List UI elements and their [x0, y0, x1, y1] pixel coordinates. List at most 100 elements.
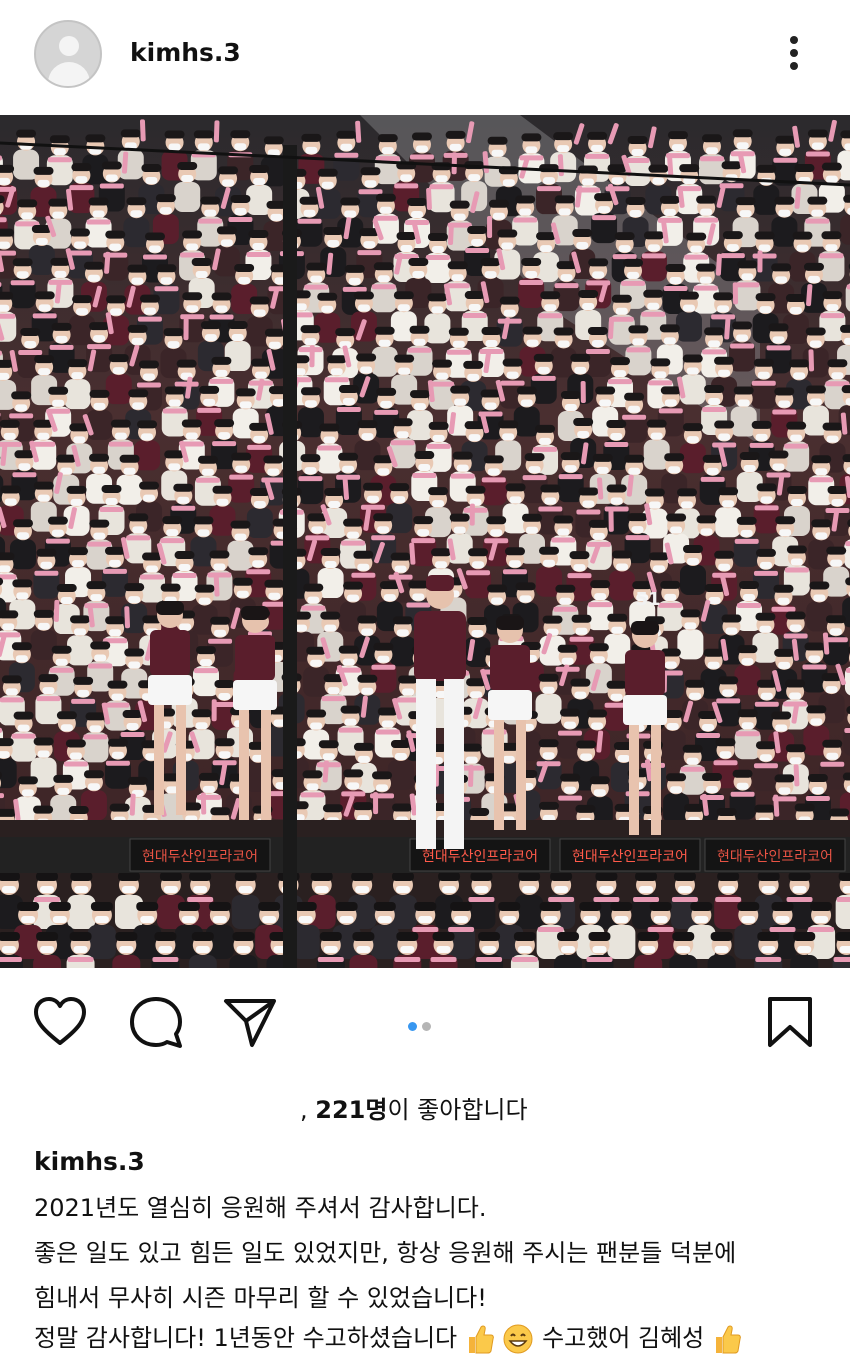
fan-hair	[497, 229, 518, 238]
fan-mask	[181, 916, 196, 923]
fan-hair	[375, 193, 396, 202]
fan-mask	[761, 946, 776, 953]
fan-mask	[342, 658, 355, 666]
pink-stick	[200, 792, 207, 815]
fan-mask	[310, 722, 323, 730]
fan-hair	[755, 548, 776, 557]
fan-mask	[70, 498, 83, 506]
fan-hair	[124, 583, 145, 592]
fan-mask	[167, 341, 180, 349]
pink-towel	[448, 927, 475, 932]
fan-hair	[480, 389, 501, 398]
fan-hair	[83, 261, 104, 270]
fan-hair	[483, 455, 504, 464]
fan-hair	[374, 326, 395, 335]
fan-hair	[587, 709, 608, 718]
fan-mask	[452, 340, 465, 348]
pink-towel	[108, 441, 133, 447]
pink-towel	[576, 509, 601, 515]
fan-hair	[212, 485, 233, 494]
fan-mask	[647, 302, 660, 310]
pink-towel	[11, 733, 36, 739]
bookmark-icon[interactable]	[762, 995, 818, 1051]
fan-mask	[442, 886, 457, 893]
fan-hair	[614, 232, 635, 241]
fan-mask	[811, 209, 824, 217]
fan-mask	[3, 432, 16, 440]
fan-mask	[741, 658, 754, 666]
fan-mask	[60, 597, 73, 605]
fan-mask	[18, 463, 31, 471]
fan-hair	[714, 356, 735, 365]
comment-bubble-icon[interactable]	[128, 995, 184, 1051]
fan-hair	[0, 808, 16, 817]
fan-hair	[0, 610, 19, 619]
fan-mask	[69, 752, 82, 760]
pink-towel	[585, 153, 610, 159]
fan-mask	[825, 244, 838, 252]
pink-towel	[536, 186, 561, 192]
pink-towel	[429, 184, 454, 190]
fan-hair	[351, 872, 374, 881]
fan-mask	[718, 563, 731, 571]
fan-mask	[736, 782, 749, 790]
fan-mask	[777, 597, 790, 605]
fan-mask	[797, 946, 812, 953]
fan-hair	[218, 166, 239, 175]
fan-mask	[666, 722, 679, 730]
post-username[interactable]: kimhs.3	[130, 38, 241, 67]
paper-plane-icon[interactable]	[222, 995, 278, 1051]
fan-mask	[394, 565, 407, 573]
likes-count[interactable]: , 221명이 좋아합니다	[300, 1090, 528, 1125]
carousel-dot-active	[408, 1022, 417, 1031]
fan-mask	[778, 209, 791, 217]
post-photo[interactable]: 현대두산인프라코어 현대두산인프라코어 현대두산인프라코어 현대두산인프라코어 51	[0, 115, 850, 968]
net-pole	[283, 145, 297, 968]
fan-mask	[93, 532, 106, 540]
fan-mask	[577, 430, 590, 438]
fan-mask	[330, 368, 343, 376]
fan	[229, 955, 258, 968]
fan-mask	[485, 340, 498, 348]
fan-hair	[717, 872, 740, 881]
avatar[interactable]	[34, 20, 102, 88]
pink-towel	[105, 760, 130, 766]
fan-hair	[427, 232, 448, 241]
fan-hair	[589, 776, 610, 785]
caption-username[interactable]: kimhs.3	[34, 1147, 145, 1176]
fan-mask	[146, 565, 159, 573]
fan-hair	[0, 932, 20, 941]
pink-towel	[626, 347, 651, 353]
leader-pants	[416, 679, 436, 849]
fan-mask	[128, 661, 141, 669]
fan-mask	[789, 307, 802, 315]
fan	[231, 895, 260, 929]
fan-hair	[648, 164, 669, 173]
fan-hair	[392, 418, 413, 427]
fan-hair	[120, 129, 141, 138]
fan-hair	[0, 738, 14, 747]
fan-mask	[379, 206, 392, 214]
fan-hair	[757, 872, 780, 881]
fan-mask	[42, 687, 55, 695]
fan-mask	[760, 692, 773, 700]
fan-hair	[538, 673, 559, 682]
fan-mask	[40, 886, 55, 893]
fan-mask	[21, 212, 34, 220]
heart-icon[interactable]	[32, 995, 88, 1051]
fan-mask	[0, 751, 10, 759]
fan-hair	[159, 872, 182, 881]
pink-towel	[784, 567, 809, 573]
fan-hair	[56, 711, 77, 720]
fan-hair	[373, 513, 394, 522]
pink-towel	[409, 154, 434, 160]
fan-hair	[191, 257, 212, 266]
fan-hair	[606, 484, 627, 493]
pink-towel	[193, 668, 218, 674]
pink-towel	[604, 442, 629, 448]
pink-towel	[548, 897, 575, 902]
more-vertical-icon[interactable]	[782, 36, 806, 76]
pink-towel	[36, 696, 61, 702]
fan-hair	[68, 806, 89, 815]
fan-hair	[469, 807, 490, 816]
